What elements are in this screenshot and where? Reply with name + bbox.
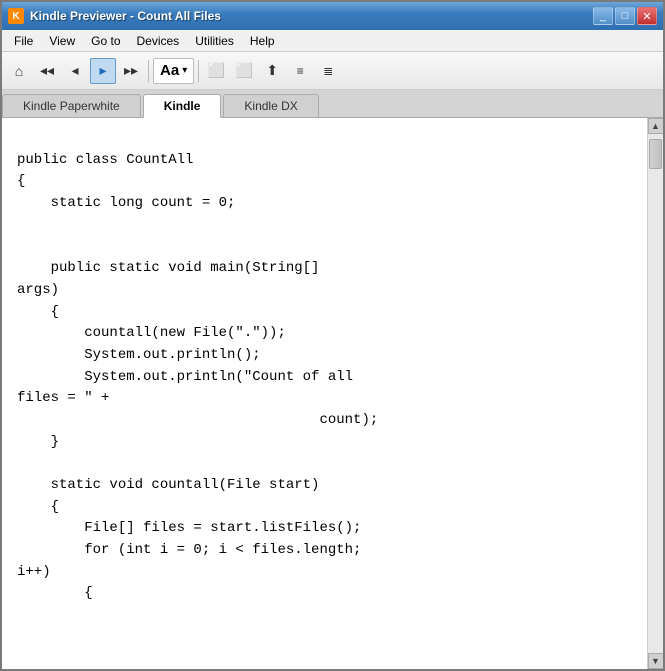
tab-kindle-dx[interactable]: Kindle DX — [223, 94, 318, 117]
font-dropdown-icon: ▾ — [182, 65, 187, 76]
scrollbar[interactable]: ▲ ▼ — [647, 118, 663, 669]
back-home-button[interactable]: ⌂ — [6, 58, 32, 84]
menu-devices[interactable]: Devices — [129, 32, 188, 50]
scroll-track[interactable] — [648, 134, 663, 653]
scroll-up-button[interactable]: ▲ — [648, 118, 664, 134]
menu-goto[interactable]: Go to — [83, 32, 128, 50]
title-bar: K Kindle Previewer - Count All Files _ □… — [2, 2, 663, 30]
nav-end-button[interactable]: ▸▸ — [118, 58, 144, 84]
nav-prev-button[interactable]: ◂ — [62, 58, 88, 84]
minimize-button[interactable]: _ — [593, 7, 613, 25]
menu-bar: File View Go to Devices Utilities Help — [2, 30, 663, 52]
toolbar-separator-2 — [198, 60, 199, 82]
window-controls: _ □ ✕ — [593, 7, 657, 25]
font-size-button[interactable]: Aa ▾ — [153, 58, 194, 84]
layout-btn-5[interactable]: ≣ — [315, 58, 341, 84]
code-content: public class CountAll { static long coun… — [17, 152, 378, 602]
menu-view[interactable]: View — [41, 32, 83, 50]
main-window: K Kindle Previewer - Count All Files _ □… — [0, 0, 665, 671]
menu-file[interactable]: File — [6, 32, 41, 50]
scroll-thumb[interactable] — [649, 139, 662, 169]
close-button[interactable]: ✕ — [637, 7, 657, 25]
scroll-down-button[interactable]: ▼ — [648, 653, 664, 669]
toolbar-separator-1 — [148, 60, 149, 82]
title-bar-left: K Kindle Previewer - Count All Files — [8, 8, 221, 24]
content-area: public class CountAll { static long coun… — [2, 118, 663, 669]
tab-kindle[interactable]: Kindle — [143, 94, 222, 118]
window-title: Kindle Previewer - Count All Files — [30, 9, 221, 23]
font-label: Aa — [160, 62, 179, 79]
code-display[interactable]: public class CountAll { static long coun… — [2, 118, 647, 669]
menu-utilities[interactable]: Utilities — [187, 32, 242, 50]
app-icon: K — [8, 8, 24, 24]
nav-next-button[interactable]: ▸ — [90, 58, 116, 84]
tab-bar: Kindle Paperwhite Kindle Kindle DX — [2, 90, 663, 118]
nav-start-button[interactable]: ◂◂ — [34, 58, 60, 84]
layout-btn-4[interactable]: ≡ — [287, 58, 313, 84]
tab-kindle-paperwhite[interactable]: Kindle Paperwhite — [2, 94, 141, 117]
menu-help[interactable]: Help — [242, 32, 283, 50]
layout-btn-3[interactable]: ⬆ — [259, 58, 285, 84]
layout-btn-2[interactable]: ⬜ — [231, 58, 257, 84]
toolbar: ⌂ ◂◂ ◂ ▸ ▸▸ Aa ▾ ⬜ ⬜ ⬆ ≡ ≣ — [2, 52, 663, 90]
maximize-button[interactable]: □ — [615, 7, 635, 25]
layout-btn-1[interactable]: ⬜ — [203, 58, 229, 84]
